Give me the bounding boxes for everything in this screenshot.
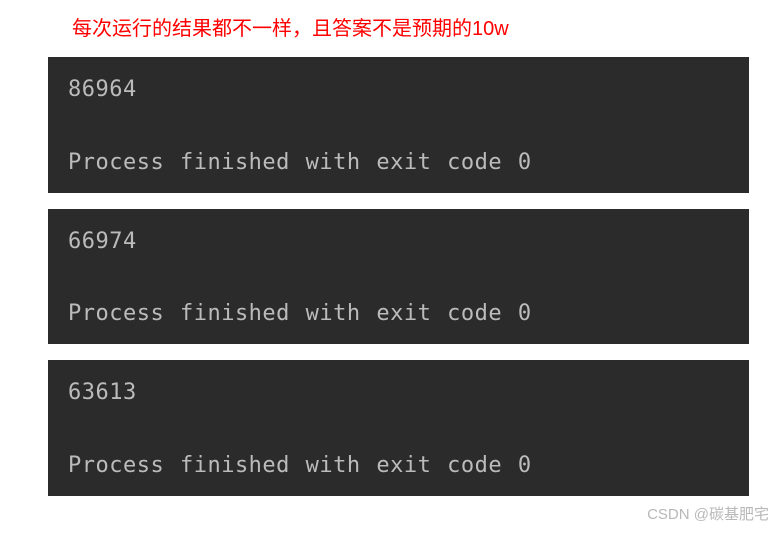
console-output-block: 63613 Process finished with exit code 0 [48, 360, 749, 496]
process-finished-line: Process finished with exit code 0 [68, 299, 729, 330]
process-finished-line: Process finished with exit code 0 [68, 451, 729, 482]
caption-text: 每次运行的结果都不一样，且答案不是预期的10w [72, 12, 783, 41]
console-output-block: 86964 Process finished with exit code 0 [48, 57, 749, 193]
output-number: 66974 [68, 227, 729, 258]
output-number: 86964 [68, 75, 729, 106]
console-output-block: 66974 Process finished with exit code 0 [48, 209, 749, 345]
watermark-text: CSDN @碳基肥宅 [647, 503, 769, 524]
output-number: 63613 [68, 378, 729, 409]
process-finished-line: Process finished with exit code 0 [68, 148, 729, 179]
